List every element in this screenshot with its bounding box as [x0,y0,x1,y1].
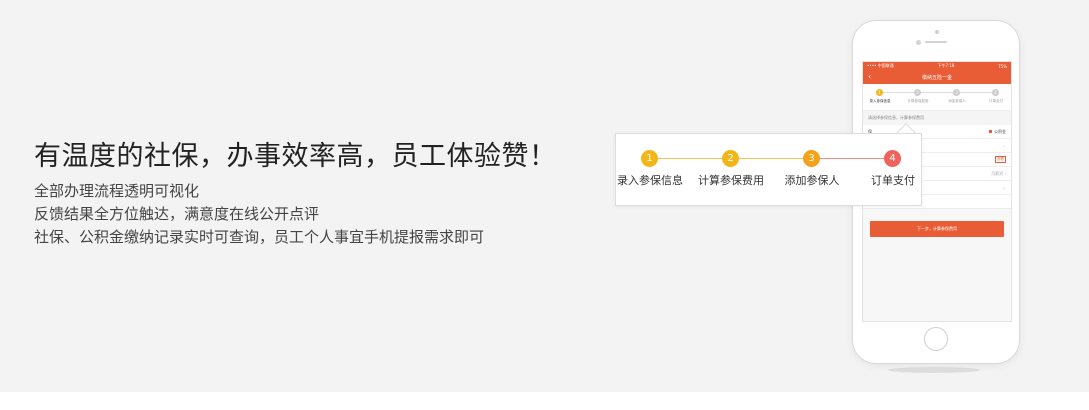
carrier-text: •••• 中国联通 [867,63,894,68]
fund-option-label: 公积金 [994,128,1006,134]
hero-bullets: 全部办理流程透明可视化 反馈结果全方位触达，满意度在线公开点评 社保、公积金缴纳… [34,180,484,249]
chevron-right-icon: › [1004,170,1006,176]
bottom-strip [0,392,1089,410]
steps-callout-card: 1 2 3 4 录入参保信息 计算参保费用 添加参保人 订单支付 [615,133,922,206]
view-tag[interactable]: 查看 [995,156,1006,163]
step-connector [820,158,892,159]
bullet-item: 社保、公积金缴纳记录实时可查询，员工个人事宜手机提报需求即可 [34,228,485,246]
home-button[interactable] [924,327,948,351]
status-time: 下午7:18 [937,63,955,68]
chevron-left-icon[interactable]: ‹ [868,72,871,81]
chevron-down-icon: ⌄ [1002,143,1006,148]
step-label: 添加参保人 [784,174,840,187]
mini-step-label: 计算参保费用 [907,99,929,103]
step-number-3: 3 [803,150,820,167]
mini-step-label: 录入参保信息 [869,99,891,103]
salary-label: 月薪资 [991,170,1004,176]
step-connector [658,158,730,159]
bullet-item: 全部办理流程透明可视化 [34,182,200,200]
mini-stepper-line [880,92,994,93]
fund-option[interactable]: 公积金 [989,129,1006,135]
chevron-down-icon: ⌄ [1002,185,1006,190]
checkbox-icon [989,130,992,133]
step-label: 计算参保费用 [698,174,764,187]
step-label: 录入参保信息 [617,174,683,187]
nav-bar: ‹ 缴纳五险一金 [863,70,1011,84]
mini-stepper: 1 2 3 4 录入参保信息 计算参保费用 添加参保人 订单支付 [863,84,1011,111]
mini-step-dot: 4 [992,89,999,96]
step-number-4: 4 [884,150,901,167]
step-connector [739,158,811,159]
mini-step-label: 添加参保人 [948,99,966,103]
step-label: 订单支付 [871,174,915,187]
phone-camera [935,30,939,34]
phone-shadow [888,367,980,373]
phone-speaker [925,41,947,43]
mini-step-dot: 1 [876,89,883,96]
bullet-item: 反馈结果全方位触达，满意度在线公开点评 [34,205,320,223]
step-number-2: 2 [722,150,739,167]
status-bar: •••• 中国联通 下午7:18 75% [863,62,1011,70]
next-step-button[interactable]: 下一步，计算参保费用 [870,221,1004,237]
step-number-1: 1 [641,150,658,167]
hero-headline: 有温度的社保，办事效率高，员工体验赞！ [34,141,557,172]
mini-step-dot: 3 [953,89,960,96]
nav-title: 缴纳五险一金 [921,74,952,81]
mini-step-label: 订单支付 [989,99,1003,103]
phone-sensor [916,40,921,45]
form-hint: 请选择参保信息，计算参保费用 [863,111,1011,125]
battery-text: 75% [998,63,1007,69]
mini-step-dot: 2 [914,89,921,96]
